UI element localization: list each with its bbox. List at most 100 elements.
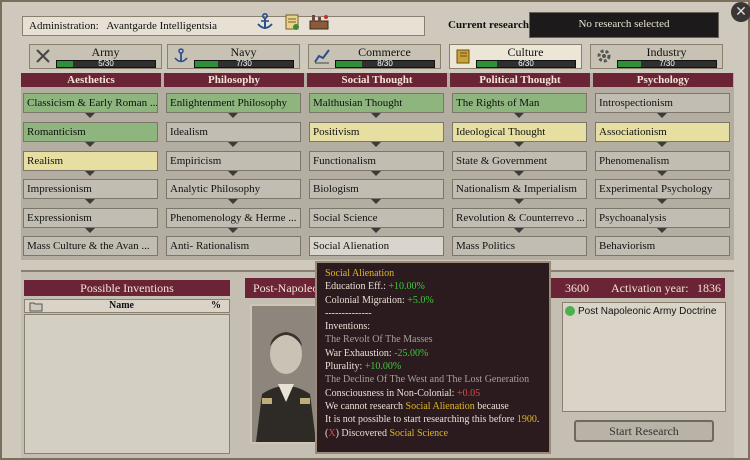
tooltip-text: War Exhaustion: — [325, 347, 395, 359]
tooltip-line: Inventions: — [325, 320, 549, 333]
tech-arrow-icon — [85, 113, 95, 118]
tab-industry[interactable]: Industry 7/30 — [590, 44, 723, 69]
current-research-value: No research selected — [529, 12, 719, 38]
tech-node[interactable]: Introspectionism — [595, 93, 730, 113]
tech-node[interactable]: Psychoanalysis — [595, 208, 730, 228]
tooltip-text: Plurality: — [325, 361, 365, 373]
tooltip-line: Plurality: +10.00% — [325, 360, 549, 373]
tech-column: Psychology Introspectionism Associationism… — [593, 73, 733, 260]
tooltip-text: It is not possible to start researching … — [325, 414, 517, 426]
tab-progress-bar: 8/30 — [335, 59, 435, 68]
tech-node[interactable]: Phenomenology & Herme ... — [166, 208, 301, 228]
chart-icon — [313, 47, 331, 67]
tooltip-line: -------------- — [325, 307, 549, 320]
book-icon — [454, 47, 472, 67]
start-research-button[interactable]: Start Research — [574, 420, 714, 442]
tab-label: Navy — [230, 45, 257, 59]
tech-node[interactable]: Social Science — [309, 208, 444, 228]
tech-node[interactable]: Positivism — [309, 122, 444, 142]
tab-progress-bar: 6/30 — [476, 59, 576, 68]
anchor-icon — [172, 47, 190, 67]
tech-arrow-icon — [657, 171, 667, 176]
tooltip-text: Social Alienation — [405, 400, 475, 412]
scroll-icon[interactable] — [281, 12, 303, 34]
tooltip-text: Consciousness in Non-Colonial: — [325, 387, 457, 399]
tech-arrow-icon — [514, 199, 524, 204]
inventions-name-column[interactable]: Name — [109, 300, 134, 311]
tech-node[interactable]: Classicism & Early Roman ... — [23, 93, 158, 113]
tech-node[interactable]: State & Government — [452, 151, 587, 171]
tooltip-line: We cannot research Social Alienation bec… — [325, 400, 549, 413]
folder-icon[interactable] — [29, 301, 43, 315]
crossed-swords-icon — [34, 47, 52, 67]
unlock-item[interactable]: Post Napoleonic Army Doctrine — [565, 305, 723, 319]
factory-icon[interactable] — [308, 12, 330, 34]
tech-node[interactable]: Phenomenalism — [595, 151, 730, 171]
tech-node[interactable]: Romanticism — [23, 122, 158, 142]
tooltip-text: ) Discovered — [335, 427, 390, 439]
tech-arrow-icon — [514, 113, 524, 118]
tab-navy[interactable]: Navy 7/30 — [167, 44, 300, 69]
tech-node[interactable]: Enlightenment Philosophy — [166, 93, 301, 113]
tech-node[interactable]: Biologism — [309, 179, 444, 199]
tech-arrow-icon — [371, 142, 381, 147]
tab-commerce[interactable]: Commerce 8/30 — [308, 44, 441, 69]
tech-arrow-icon — [228, 142, 238, 147]
tab-label: Army — [91, 45, 120, 59]
tech-node[interactable]: Mass Politics — [452, 236, 587, 256]
tech-node[interactable]: Analytic Philosophy — [166, 179, 301, 199]
tooltip-text: +10.00% — [388, 281, 425, 293]
tab-label: Culture — [507, 45, 544, 59]
tech-node[interactable]: Anti- Rationalism — [166, 236, 301, 256]
tech-node[interactable]: Associationism — [595, 122, 730, 142]
tech-node[interactable]: Realism — [23, 151, 158, 171]
tooltip-line: The Decline Of The West and The Lost Gen… — [325, 373, 549, 386]
tech-arrow-icon — [514, 228, 524, 233]
tech-node[interactable]: Revolution & Counterrevo ... — [452, 208, 587, 228]
inventions-list[interactable] — [24, 314, 230, 454]
tech-cost: 3600 — [565, 281, 589, 295]
tech-arrow-icon — [657, 228, 667, 233]
tooltip-text: 1900 — [516, 414, 537, 426]
tooltip-text: because — [474, 400, 509, 412]
tech-arrow-icon — [228, 113, 238, 118]
tech-node[interactable]: Idealism — [166, 122, 301, 142]
tab-culture[interactable]: Culture 6/30 — [449, 44, 582, 69]
tab-progress-text: 8/30 — [377, 59, 393, 68]
unlocks-list: Post Napoleonic Army Doctrine — [562, 302, 726, 412]
tech-node[interactable]: Social Alienation — [309, 236, 444, 256]
tech-node[interactable]: Nationalism & Imperialism — [452, 179, 587, 199]
tech-node[interactable]: Malthusian Thought — [309, 93, 444, 113]
tab-progress-text: 7/30 — [659, 59, 675, 68]
administration-bar: Administration: Avantgarde Intelligentsi… — [22, 16, 425, 36]
close-button[interactable]: ✕ — [731, 2, 750, 22]
tech-node[interactable]: Behaviorism — [595, 236, 730, 256]
tooltip-text: Colonial Migration: — [325, 294, 408, 306]
tooltip-text: +5.0% — [407, 294, 434, 306]
tech-node[interactable]: Mass Culture & the Avan ... — [23, 236, 158, 256]
tech-node[interactable]: Experimental Psychology — [595, 179, 730, 199]
inventions-percent-column[interactable]: % — [211, 300, 221, 311]
tooltip-title: Social Alienation — [325, 268, 395, 279]
tooltip-text: . — [536, 414, 540, 426]
tab-progress-text: 7/30 — [236, 59, 252, 68]
tab-army[interactable]: Army 5/30 — [29, 44, 162, 69]
administration-value: Avantgarde Intelligentsia — [106, 20, 217, 32]
tech-node[interactable]: Functionalism — [309, 151, 444, 171]
tech-node[interactable]: Empiricism — [166, 151, 301, 171]
tech-arrow-icon — [228, 199, 238, 204]
tooltip-text: -------------- — [325, 307, 372, 319]
tech-node[interactable]: Impressionism — [23, 179, 158, 199]
tech-node[interactable]: Ideological Thought — [452, 122, 587, 142]
tech-column-title: Social Thought — [307, 73, 447, 87]
tech-arrow-icon — [371, 113, 381, 118]
tab-label: Industry — [646, 45, 687, 59]
anchor-icon[interactable] — [254, 12, 276, 34]
tooltip-text: Education Eff.: — [325, 281, 389, 293]
tooltip-text: The Decline Of The West and The Lost Gen… — [325, 374, 530, 386]
tech-node[interactable]: Expressionism — [23, 208, 158, 228]
tech-column-title: Political Thought — [450, 73, 590, 87]
tooltip-text: Social Science — [389, 427, 449, 439]
tooltip-text: We cannot research — [325, 400, 406, 412]
tech-node[interactable]: The Rights of Man — [452, 93, 587, 113]
